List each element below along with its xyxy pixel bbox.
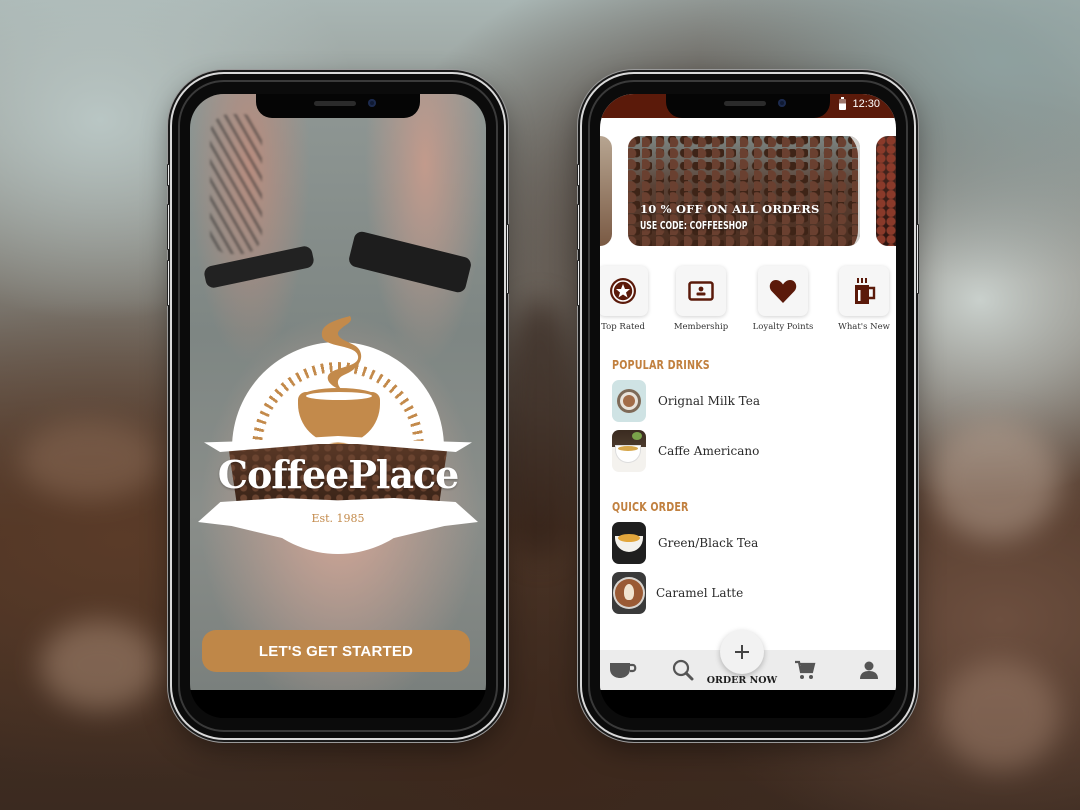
background-bokeh xyxy=(20,420,160,500)
star-badge-icon xyxy=(610,278,636,304)
heart-icon xyxy=(769,280,797,303)
phone-splash: CoffeePlace Est. 1985 LET'S GET STARTED xyxy=(167,74,509,738)
order-now-label[interactable]: ORDER NOW xyxy=(700,675,784,686)
tab-home[interactable] xyxy=(608,658,638,682)
quick-link-label: Membership xyxy=(673,322,729,332)
mute-switch xyxy=(167,164,170,186)
background-bokeh xyxy=(500,300,580,560)
volume-down-button xyxy=(167,260,170,306)
power-button xyxy=(506,224,509,294)
watch-band xyxy=(347,230,473,294)
splash-screen: CoffeePlace Est. 1985 LET'S GET STARTED xyxy=(190,94,486,718)
promo-code: USE CODE: COFFEESHOP xyxy=(640,220,748,232)
promo-title: 10 % OFF ON ALL ORDERS xyxy=(640,202,820,216)
mute-switch xyxy=(577,164,580,186)
latte-thumbnail xyxy=(612,572,646,614)
id-card-icon xyxy=(688,281,714,301)
coffee-cup-rim xyxy=(302,388,376,404)
brand-name: CoffeePlace xyxy=(217,452,460,497)
hot-drink-mug-icon xyxy=(855,278,876,304)
quick-order-item[interactable]: Caramel Latte xyxy=(612,572,743,614)
speaker xyxy=(314,101,356,106)
quick-link-membership[interactable]: Membership xyxy=(666,266,736,332)
steam-icon xyxy=(321,316,362,390)
front-camera xyxy=(368,99,376,107)
background-bokeh xyxy=(940,660,1060,770)
quick-links: Top Rated Membership Loyalty Points What… xyxy=(600,266,896,338)
status-time: 12:30 xyxy=(852,98,880,110)
cart-icon xyxy=(795,660,816,679)
notch xyxy=(666,94,830,118)
order-now-button[interactable] xyxy=(720,630,764,674)
drink-name: Caramel Latte xyxy=(656,586,744,600)
quick-link-loyalty-points[interactable]: Loyalty Points xyxy=(748,266,818,332)
promo-banner[interactable]: 10 % OFF ON ALL ORDERS USE CODE: COFFEES… xyxy=(628,136,860,246)
drink-name: Green/Black Tea xyxy=(658,536,759,550)
tea-thumbnail xyxy=(612,522,646,564)
home-indicator-area xyxy=(190,690,486,718)
speaker xyxy=(724,101,766,106)
app-content: 12:30 10 % OFF ON ALL ORDERS USE CODE: C… xyxy=(600,94,896,690)
home-indicator-area xyxy=(600,690,896,718)
background-bokeh xyxy=(40,620,160,710)
drink-list-item[interactable]: Caffe Americano xyxy=(612,430,759,472)
drink-list-item[interactable]: Orignal Milk Tea xyxy=(612,380,760,422)
home-screen: 12:30 10 % OFF ON ALL ORDERS USE CODE: C… xyxy=(600,94,896,718)
quick-link-label: Loyalty Points xyxy=(752,322,814,332)
front-camera xyxy=(778,99,786,107)
tab-search[interactable] xyxy=(668,658,698,682)
get-started-button[interactable]: LET'S GET STARTED xyxy=(202,630,470,672)
quick-order-item[interactable]: Green/Black Tea xyxy=(612,522,758,564)
volume-down-button xyxy=(577,260,580,306)
background-bokeh xyxy=(930,420,1060,540)
volume-up-button xyxy=(167,204,170,250)
established-year: Est. 1985 xyxy=(311,512,365,525)
tab-profile[interactable] xyxy=(854,658,884,682)
user-icon xyxy=(860,661,878,679)
drink-name: Orignal Milk Tea xyxy=(658,394,761,408)
milk-tea-thumbnail xyxy=(612,380,646,422)
plus-icon xyxy=(735,645,749,659)
coffeeplace-logo: CoffeePlace Est. 1985 xyxy=(198,314,478,554)
coffee-cup-icon xyxy=(610,663,637,678)
power-button xyxy=(916,224,919,294)
hand-tattoo xyxy=(210,114,262,254)
quick-order-title: QUICK ORDER xyxy=(612,500,689,514)
tab-cart[interactable] xyxy=(790,658,820,682)
splash-background-photo: CoffeePlace Est. 1985 LET'S GET STARTED xyxy=(190,94,486,690)
quick-link-label: What's New xyxy=(838,322,890,332)
promo-carousel[interactable]: 10 % OFF ON ALL ORDERS USE CODE: COFFEES… xyxy=(600,136,896,246)
quick-link-whats-new[interactable]: What's New xyxy=(829,266,896,332)
notch xyxy=(256,94,420,118)
popular-drinks-title: POPULAR DRINKS xyxy=(612,358,710,372)
drink-name: Caffe Americano xyxy=(658,444,760,458)
americano-thumbnail xyxy=(612,430,646,472)
promo-banner-next[interactable] xyxy=(876,136,896,246)
phone-home: 12:30 10 % OFF ON ALL ORDERS USE CODE: C… xyxy=(577,74,919,738)
battery-icon xyxy=(839,96,847,110)
quick-link-top-rated[interactable]: Top Rated xyxy=(600,266,658,332)
promo-banner-previous[interactable] xyxy=(600,136,612,246)
quick-link-label: Top Rated xyxy=(601,322,645,332)
volume-up-button xyxy=(577,204,580,250)
search-icon xyxy=(672,659,694,681)
